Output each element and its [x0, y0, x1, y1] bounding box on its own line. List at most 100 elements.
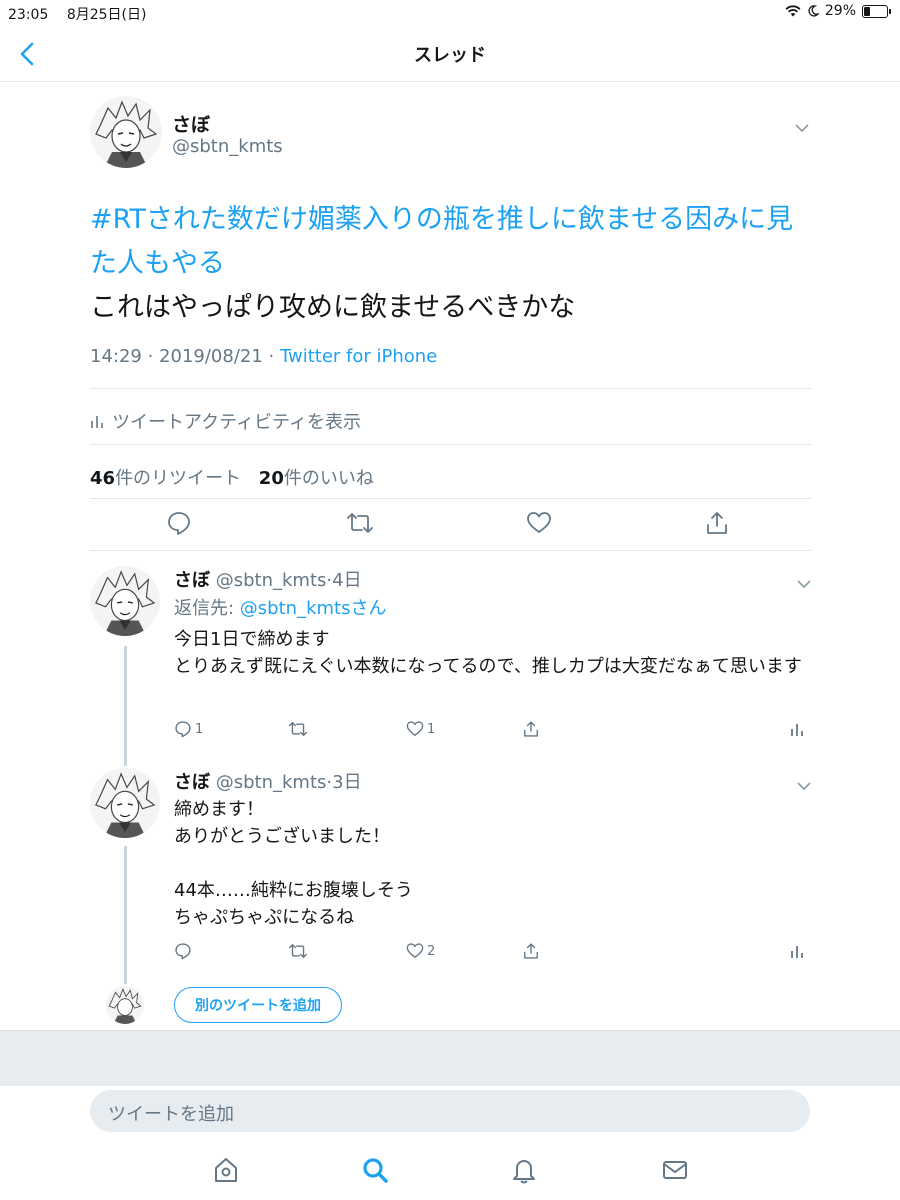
- tweet-menu-button[interactable]: [796, 574, 812, 593]
- caret-down-icon: [797, 580, 811, 589]
- retweet-button[interactable]: [346, 510, 374, 538]
- like-icon: [406, 943, 424, 958]
- tab-search[interactable]: [360, 1155, 390, 1185]
- like-count-label: 件のいいね: [283, 468, 374, 489]
- tab-notifications[interactable]: [509, 1155, 539, 1185]
- analytics-icon: [791, 724, 803, 736]
- reply-icon: [175, 721, 191, 738]
- tab-home[interactable]: [211, 1155, 241, 1185]
- retweet-icon: [289, 722, 307, 736]
- caret-down-icon: [797, 782, 811, 791]
- author-name[interactable]: さぼ: [172, 110, 210, 137]
- tab-messages[interactable]: [660, 1155, 690, 1185]
- avatar-illustration: [90, 566, 160, 636]
- author-handle[interactable]: @sbtn_kmts: [172, 136, 283, 157]
- tweet-age: ·3日: [326, 772, 362, 793]
- share-icon: [707, 512, 727, 534]
- tweet-menu-button[interactable]: [794, 118, 810, 137]
- compose-input[interactable]: ツイートを追加: [90, 1090, 810, 1132]
- reply-count: 1: [195, 721, 204, 737]
- reply-to-prefix: 返信先:: [174, 598, 240, 619]
- like-icon: [527, 512, 551, 533]
- avatar[interactable]: [90, 96, 162, 168]
- reply-button[interactable]: [174, 942, 195, 960]
- analytics-icon: [791, 946, 803, 958]
- share-icon: [524, 721, 538, 737]
- reply-header: さぼ @sbtn_kmts·4日: [174, 566, 362, 592]
- reply-tweet: さぼ @sbtn_kmts·4日 返信先: @sbtn_kmtsさん 今日1日で…: [90, 566, 812, 746]
- divider: [90, 550, 812, 551]
- divider: [90, 388, 812, 389]
- like-button[interactable]: [526, 510, 554, 538]
- avatar[interactable]: [90, 566, 160, 636]
- tweet-meta: 14:29 · 2019/08/21 · Twitter for iPhone: [90, 346, 437, 367]
- status-bar: 23:05 8月25日(日) 29%: [0, 0, 900, 26]
- battery-percent: 29%: [824, 3, 856, 19]
- avatar-illustration: [90, 96, 162, 168]
- tweet-source[interactable]: Twitter for iPhone: [280, 346, 437, 367]
- like-count-link[interactable]: 20件のいいね: [259, 468, 374, 489]
- retweet-count-link[interactable]: 46件のリツイート: [90, 468, 241, 489]
- author-name[interactable]: さぼ: [174, 570, 210, 591]
- reply-text: 締めます！ ありがとうございました！ 44本……純粋にお腹壊しそう ちゃぷちゃぷ…: [174, 799, 413, 928]
- meta-separator: ·: [262, 346, 280, 367]
- reply-text: 今日1日で締めます とりあえず既にえぐい本数になってるので、推しカプは大変だなぁ…: [174, 629, 802, 677]
- retweet-button[interactable]: [288, 942, 311, 960]
- author-handle[interactable]: @sbtn_kmts: [216, 570, 327, 591]
- moon-icon: [808, 5, 819, 17]
- tweet-time: 14:29: [90, 346, 142, 367]
- status-right: 29%: [785, 3, 891, 19]
- avatar: [106, 986, 144, 1024]
- retweet-icon: [289, 944, 307, 958]
- avatar[interactable]: [90, 768, 160, 838]
- tweet-actions: [90, 510, 812, 540]
- battery-fill: [864, 6, 870, 16]
- reply-icon: [168, 512, 190, 535]
- status-time: 23:05: [8, 7, 49, 23]
- share-button[interactable]: [522, 720, 540, 738]
- like-button[interactable]: 2: [406, 942, 435, 960]
- analytics-button[interactable]: [790, 942, 804, 960]
- tweet-menu-button[interactable]: [796, 776, 812, 795]
- caret-down-icon: [795, 124, 809, 133]
- divider: [90, 498, 812, 499]
- analytics-icon: [91, 416, 103, 428]
- retweet-count-label: 件のリツイート: [115, 468, 242, 489]
- reply-actions: 1 1: [174, 720, 814, 742]
- notifications-icon: [513, 1160, 535, 1184]
- author-handle[interactable]: @sbtn_kmts: [216, 772, 327, 793]
- avatar-illustration: [90, 768, 160, 838]
- share-icon: [524, 943, 538, 959]
- search-icon: [363, 1158, 388, 1183]
- messages-icon: [663, 1161, 687, 1179]
- thread-end-band: [0, 1030, 900, 1086]
- reply-button[interactable]: [166, 510, 194, 538]
- activity-label: ツイートアクティビティを表示: [112, 412, 361, 433]
- like-button[interactable]: 1: [406, 720, 435, 738]
- home-icon: [215, 1158, 237, 1182]
- like-count: 1: [427, 721, 436, 737]
- author-name[interactable]: さぼ: [174, 772, 210, 793]
- reply-to: 返信先: @sbtn_kmtsさん: [174, 594, 386, 620]
- status-date: 8月25日(日): [66, 7, 147, 23]
- reply-icon: [175, 943, 191, 960]
- share-button[interactable]: [704, 510, 732, 538]
- reply-to-handle[interactable]: @sbtn_kmtsさん: [240, 598, 387, 619]
- tweet-text: #RTされた数だけ媚薬入りの瓶を推しに飲ませる因みに見た人もやる これはやっぱり…: [90, 198, 812, 330]
- share-button[interactable]: [522, 942, 540, 960]
- reply-actions: 2: [174, 942, 814, 964]
- retweet-icon: [347, 513, 373, 533]
- add-tweet-button[interactable]: 別のツイートを追加: [174, 987, 342, 1023]
- tweet-activity-link[interactable]: ツイートアクティビティを表示: [90, 408, 361, 434]
- like-icon: [406, 721, 424, 736]
- tab-bar: [0, 1145, 900, 1200]
- analytics-button[interactable]: [790, 720, 804, 738]
- retweet-button[interactable]: [288, 720, 311, 738]
- nav-bar: スレッド: [0, 26, 900, 82]
- reply-button[interactable]: 1: [174, 720, 203, 738]
- reply-tweet: さぼ @sbtn_kmts·3日 締めます！ ありがとうございました！ 44本……: [90, 768, 812, 968]
- hashtag-link[interactable]: #RTされた数だけ媚薬入りの瓶を推しに飲ませる因みに見た人もやる: [90, 204, 793, 279]
- like-count: 20: [258, 468, 284, 489]
- divider: [90, 444, 812, 445]
- meta-separator: ·: [141, 346, 160, 367]
